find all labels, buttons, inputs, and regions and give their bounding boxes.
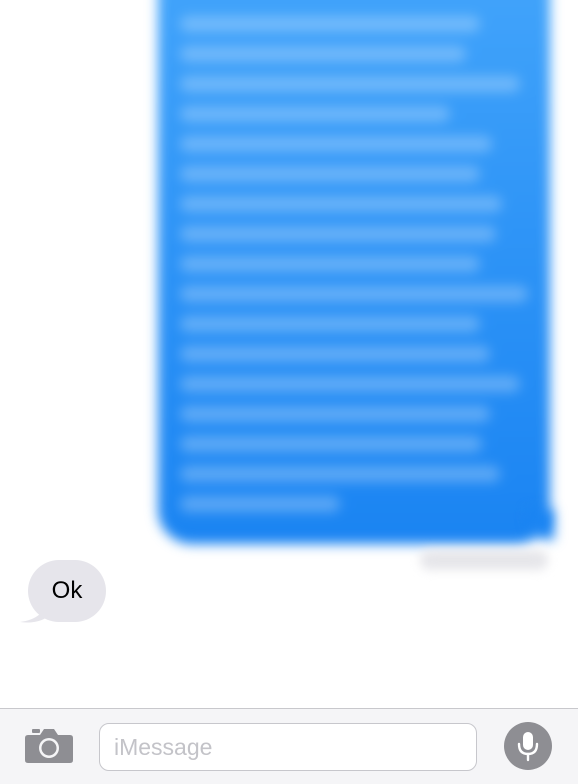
camera-button[interactable] — [24, 725, 74, 765]
imessage-text-field[interactable] — [99, 723, 477, 771]
microphone-button[interactable] — [504, 722, 552, 770]
incoming-message-bubble[interactable]: Ok — [28, 560, 106, 622]
message-input-bar — [0, 708, 578, 784]
message-thread[interactable]: Ok — [0, 0, 578, 708]
outgoing-message-bubble-blurred — [158, 0, 550, 544]
delivery-receipt-blurred — [420, 550, 548, 570]
camera-icon — [25, 729, 73, 763]
incoming-message-text: Ok — [51, 577, 83, 604]
microphone-icon — [517, 732, 539, 762]
